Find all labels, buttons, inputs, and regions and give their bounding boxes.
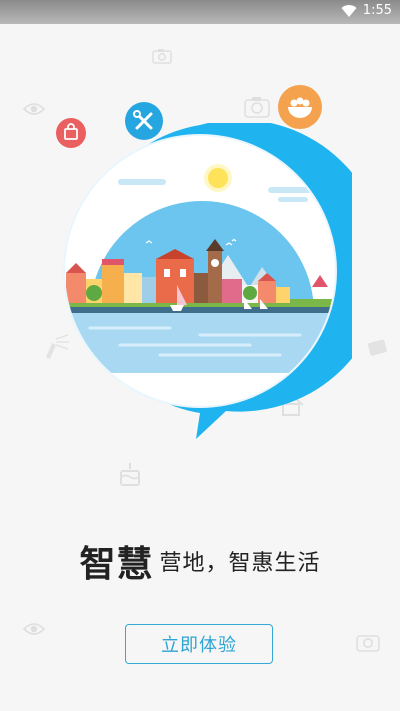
slogan-emphasis: 智慧 bbox=[79, 544, 154, 585]
eye-icon bbox=[22, 103, 46, 115]
camera-icon bbox=[244, 97, 270, 118]
status-icons: 1:55 bbox=[341, 3, 392, 18]
cake-icon bbox=[120, 463, 140, 486]
picture-icon bbox=[368, 339, 387, 356]
town-illustration bbox=[63, 123, 352, 439]
status-time: 1:55 bbox=[362, 3, 392, 18]
slogan: 智慧 营地，智惠生活 bbox=[0, 535, 400, 587]
slogan-text: 营地，智惠生活 bbox=[159, 551, 321, 576]
start-experience-button[interactable]: 立即体验 bbox=[125, 624, 273, 664]
status-bar: 1:55 bbox=[0, 0, 400, 24]
camera-icon bbox=[356, 635, 380, 652]
camera-icon bbox=[152, 49, 172, 64]
eye-icon bbox=[22, 623, 46, 635]
wifi-icon bbox=[341, 4, 357, 18]
